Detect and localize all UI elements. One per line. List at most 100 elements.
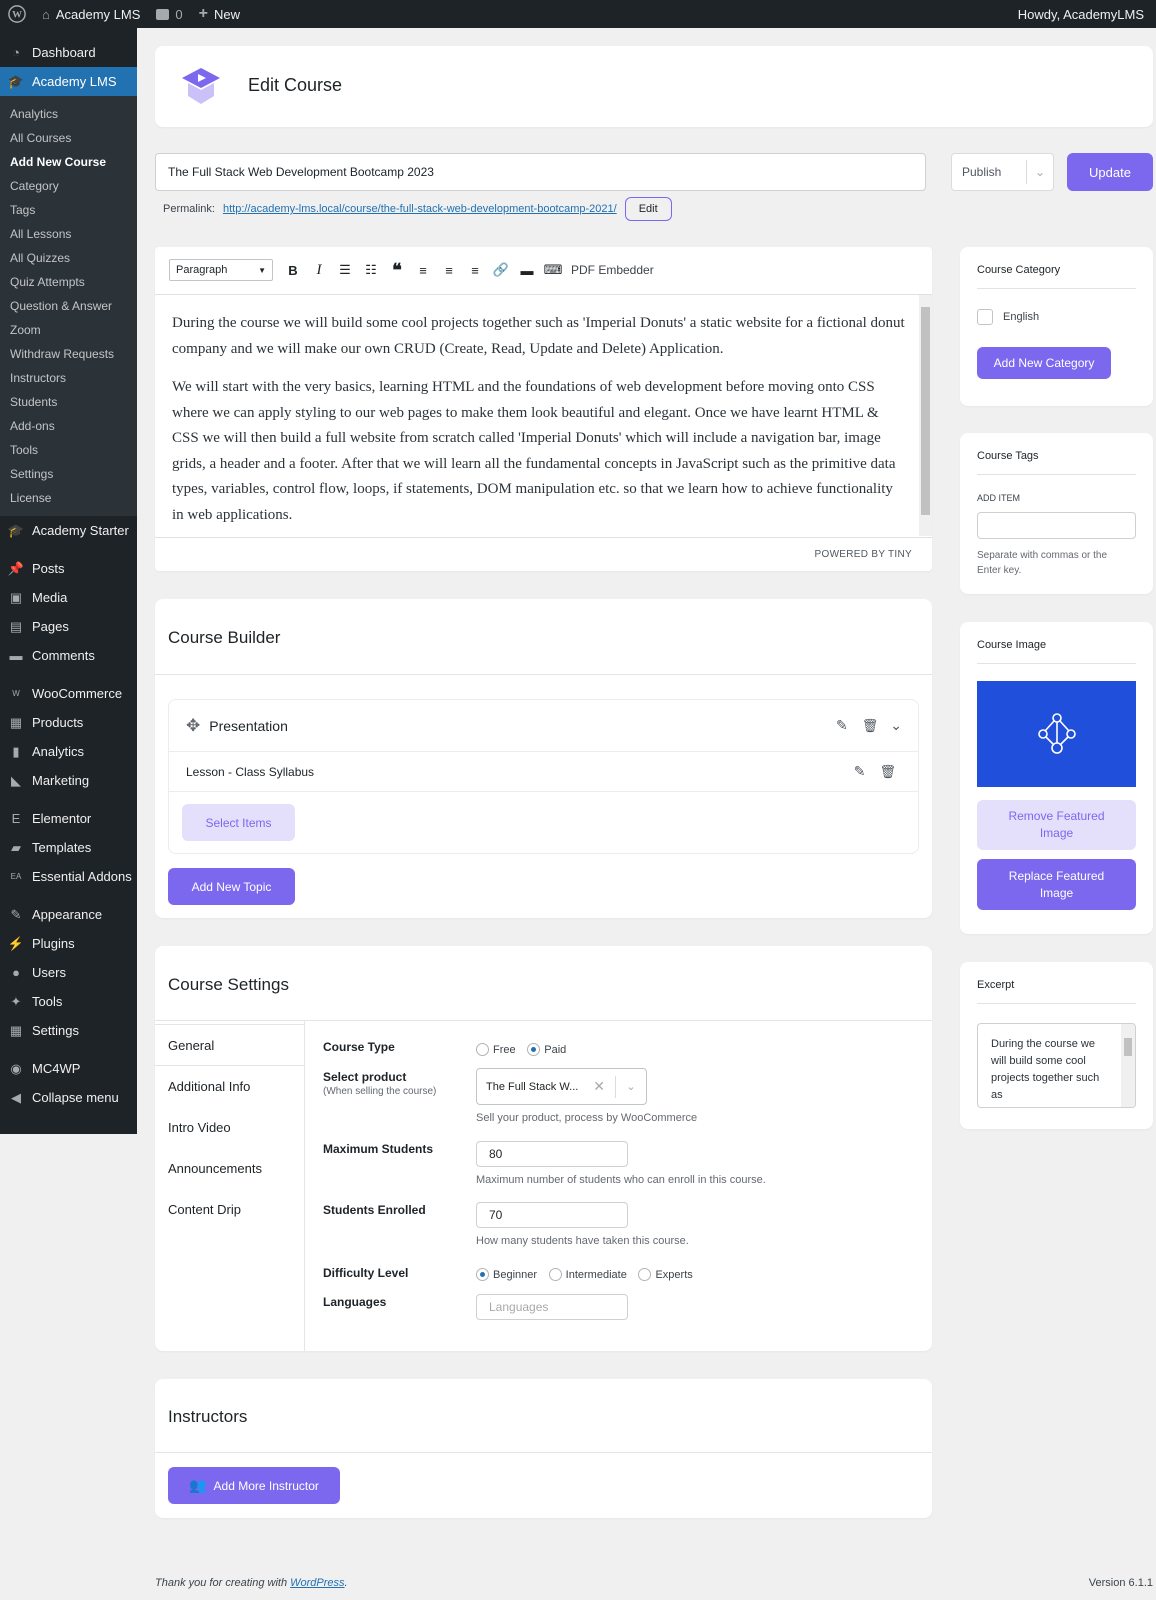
- tags-input[interactable]: [977, 512, 1136, 539]
- menu-woocommerce[interactable]: W WooCommerce: [0, 679, 137, 708]
- submenu-item-all-quizzes[interactable]: All Quizzes: [0, 246, 137, 270]
- format-select[interactable]: Paragraph ▼: [169, 259, 273, 281]
- menu-posts[interactable]: 📌 Posts: [0, 554, 137, 583]
- permalink-url[interactable]: http://academy-lms.local/course/the-full…: [223, 203, 617, 215]
- topic-edit-icon[interactable]: ✎: [836, 717, 848, 734]
- permalink-edit-button[interactable]: Edit: [624, 197, 672, 221]
- align-right-icon[interactable]: ≡: [463, 258, 487, 282]
- menu-essential-addons[interactable]: EA Essential Addons: [0, 862, 137, 891]
- lesson-trash-icon[interactable]: 🗑: [879, 764, 896, 780]
- submenu-item-add-ons[interactable]: Add-ons: [0, 414, 137, 438]
- wordpress-link[interactable]: WordPress: [290, 1577, 344, 1589]
- update-button[interactable]: Update: [1067, 153, 1153, 191]
- settings-tab-additional-info[interactable]: Additional Info: [155, 1066, 304, 1107]
- comments-link[interactable]: 0: [148, 0, 190, 28]
- read-more-icon[interactable]: ▬: [515, 258, 539, 282]
- submenu-item-quiz-attempts[interactable]: Quiz Attempts: [0, 270, 137, 294]
- my-account-link[interactable]: Howdy, AcademyLMS: [1010, 0, 1156, 28]
- students-enrolled-input[interactable]: 70: [476, 1202, 628, 1228]
- menu-users[interactable]: ● Users: [0, 958, 137, 987]
- menu-dashboard[interactable]: ◔ Dashboard: [0, 38, 137, 67]
- blockquote-icon[interactable]: ❝: [385, 258, 409, 282]
- lesson-edit-icon[interactable]: ✎: [854, 763, 866, 780]
- submenu-item-all-lessons[interactable]: All Lessons: [0, 222, 137, 246]
- topic-trash-icon[interactable]: 🗑: [862, 718, 879, 734]
- replace-featured-image-button[interactable]: Replace Featured Image: [977, 859, 1136, 910]
- submenu-item-students[interactable]: Students: [0, 390, 137, 414]
- menu-appearance[interactable]: ✎ Appearance: [0, 900, 137, 929]
- drag-move-icon[interactable]: ✥: [186, 716, 200, 736]
- remove-featured-image-button[interactable]: Remove Featured Image: [977, 800, 1136, 850]
- submenu-item-add-new-course[interactable]: Add New Course: [0, 150, 137, 174]
- footer-version: Version 6.1.1: [1088, 1577, 1153, 1589]
- lesson-row[interactable]: Lesson - Class Syllabus ✎ 🗑: [169, 752, 918, 792]
- submenu-item-settings[interactable]: Settings: [0, 462, 137, 486]
- menu-mc4wp[interactable]: ◉ MC4WP: [0, 1054, 137, 1083]
- settings-tab-general[interactable]: General: [155, 1025, 304, 1066]
- settings-tab-content-drip[interactable]: Content Drip: [155, 1189, 304, 1230]
- submenu-item-all-courses[interactable]: All Courses: [0, 126, 137, 150]
- publish-select[interactable]: Publish ⌄: [951, 153, 1054, 191]
- wordpress-logo-icon[interactable]: W: [0, 0, 34, 28]
- category-english[interactable]: English: [977, 309, 1039, 325]
- submenu-item-instructors[interactable]: Instructors: [0, 366, 137, 390]
- intermediate-radio[interactable]: [548, 1268, 562, 1282]
- editor-scrollbar[interactable]: [919, 295, 932, 536]
- submenu-item-tools[interactable]: Tools: [0, 438, 137, 462]
- max-students-input[interactable]: 80: [476, 1141, 628, 1167]
- settings-tab-intro-video[interactable]: Intro Video: [155, 1107, 304, 1148]
- free-radio[interactable]: [476, 1043, 489, 1057]
- submenu-item-analytics[interactable]: Analytics: [0, 102, 137, 126]
- paid-radio[interactable]: [527, 1043, 541, 1057]
- new-content-link[interactable]: + New: [191, 0, 248, 28]
- checkbox[interactable]: [977, 309, 993, 325]
- menu-plugins[interactable]: ⚡ Plugins: [0, 929, 137, 958]
- align-left-icon[interactable]: ≡: [411, 258, 435, 282]
- menu-pages[interactable]: ▤ Pages: [0, 612, 137, 641]
- product-select[interactable]: The Full Stack W... ✕ ⌄: [476, 1068, 647, 1105]
- select-items-button[interactable]: Select Items: [182, 804, 295, 841]
- beginner-radio[interactable]: [476, 1268, 489, 1282]
- numbered-list-icon[interactable]: ☷: [359, 258, 383, 282]
- pdf-embedder-button[interactable]: PDF Embedder: [571, 263, 654, 277]
- add-new-category-button[interactable]: Add New Category: [977, 347, 1111, 379]
- bold-icon[interactable]: B: [281, 258, 305, 282]
- submenu-item-withdraw-requests[interactable]: Withdraw Requests: [0, 342, 137, 366]
- menu-marketing[interactable]: ◣ Marketing: [0, 766, 137, 795]
- excerpt-scrollbar[interactable]: [1121, 1024, 1135, 1107]
- menu-comments[interactable]: ▬ Comments: [0, 641, 137, 670]
- submenu-item-license[interactable]: License: [0, 486, 137, 510]
- course-title-input[interactable]: The Full Stack Web Development Bootcamp …: [155, 153, 926, 191]
- menu-tools[interactable]: ✦ Tools: [0, 987, 137, 1016]
- submenu-item-category[interactable]: Category: [0, 174, 137, 198]
- submenu-item-tags[interactable]: Tags: [0, 198, 137, 222]
- excerpt-textarea[interactable]: During the course we will build some coo…: [977, 1023, 1136, 1108]
- clear-x-icon[interactable]: ✕: [593, 1078, 615, 1095]
- link-icon[interactable]: 🔗: [489, 258, 513, 282]
- keyboard-icon[interactable]: ⌨: [541, 258, 565, 282]
- menu-elementor[interactable]: E Elementor: [0, 804, 137, 833]
- menu-collapse-menu[interactable]: ◀ Collapse menu: [0, 1083, 137, 1112]
- settings-tab-announcements[interactable]: Announcements: [155, 1148, 304, 1189]
- menu-academy-starter[interactable]: 🎓 Academy Starter: [0, 516, 137, 545]
- submenu-item-question-answer[interactable]: Question & Answer: [0, 294, 137, 318]
- add-more-instructor-button[interactable]: 👥 Add More Instructor: [168, 1467, 340, 1504]
- menu-academy-lms[interactable]: 🎓 Academy LMS: [0, 67, 137, 96]
- menu-media[interactable]: ▣ Media: [0, 583, 137, 612]
- menu-products[interactable]: ▦ Products: [0, 708, 137, 737]
- featured-image[interactable]: [977, 681, 1136, 787]
- site-name-link[interactable]: ⌂ Academy LMS: [34, 0, 148, 28]
- woo-icon: W: [12, 689, 20, 698]
- align-center-icon[interactable]: ≡: [437, 258, 461, 282]
- italic-icon[interactable]: I: [307, 258, 331, 282]
- add-new-topic-button[interactable]: Add New Topic: [168, 868, 295, 905]
- bullet-list-icon[interactable]: ☰: [333, 258, 357, 282]
- menu-settings[interactable]: ▦ Settings: [0, 1016, 137, 1045]
- experts-radio[interactable]: [638, 1268, 652, 1282]
- menu-analytics[interactable]: ▮ Analytics: [0, 737, 137, 766]
- menu-templates[interactable]: ▰ Templates: [0, 833, 137, 862]
- editor-body[interactable]: During the course we will build some coo…: [172, 311, 907, 528]
- topic-chevron-icon[interactable]: ⌄: [890, 717, 902, 734]
- languages-input[interactable]: Languages: [476, 1294, 628, 1320]
- submenu-item-zoom[interactable]: Zoom: [0, 318, 137, 342]
